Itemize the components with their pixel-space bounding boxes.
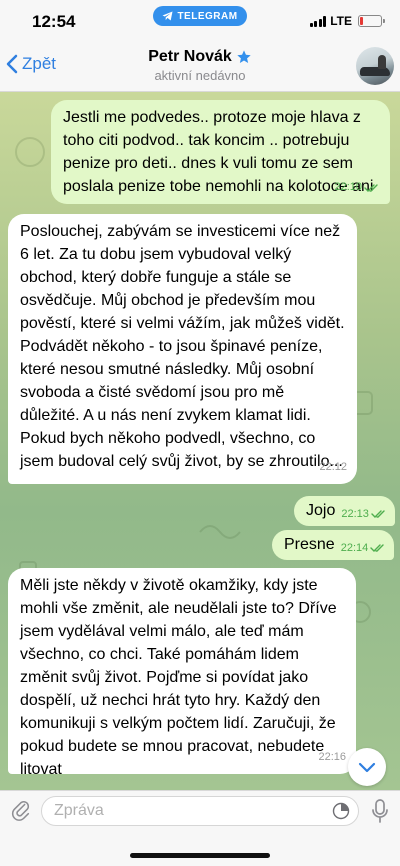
message-time: 22:10 (334, 181, 362, 193)
message-time: 22:16 (318, 751, 346, 763)
network-label: LTE (330, 14, 352, 28)
double-check-icon (371, 510, 385, 518)
message-time: 22:13 (341, 508, 369, 520)
paper-plane-icon (162, 11, 173, 21)
message-bubble-incoming[interactable]: Poslouchej, zabývám se investicemi více … (8, 214, 357, 484)
message-meta: 22:12 (319, 456, 347, 479)
message-bubble-incoming[interactable]: Měli jste někdy v životě okamžiky, kdy j… (8, 568, 356, 778)
scroll-down-button[interactable] (348, 748, 386, 786)
chat-area[interactable]: Jestli me podvedes.. protoze moje hlava … (0, 92, 400, 790)
contact-status: aktivní nedávno (154, 68, 246, 83)
battery-level (360, 17, 363, 25)
message-time: 22:14 (340, 542, 369, 554)
message-meta: 22:14 (341, 542, 387, 554)
battery-icon (358, 15, 385, 27)
contact-info[interactable]: Petr Novák aktivní nedávno (100, 48, 300, 83)
status-time: 12:54 (32, 12, 76, 31)
status-bar: 12:54 TELEGRAM LTE (0, 0, 400, 42)
message-bubble-outgoing[interactable]: Jestli me podvedes.. protoze moje hlava … (51, 100, 390, 204)
chevron-left-icon (6, 54, 18, 74)
telegram-pill-label: TELEGRAM (177, 10, 238, 22)
input-bar (0, 790, 400, 866)
star-icon (237, 50, 251, 63)
double-check-icon (370, 544, 384, 552)
home-indicator (130, 853, 270, 858)
message-text: Jojo (306, 502, 336, 519)
message-text: Měli jste někdy v životě okamžiky, kdy j… (20, 577, 342, 778)
message-bubble-outgoing[interactable]: Jojo 22:13 (294, 496, 395, 526)
message-time: 22:12 (319, 461, 347, 473)
back-label: Zpět (22, 54, 57, 73)
telegram-pill[interactable]: TELEGRAM (153, 6, 247, 26)
status-indicators: LTE (309, 14, 385, 28)
microphone-icon[interactable] (370, 798, 390, 824)
chat-header: Zpět Petr Novák aktivní nedávno (0, 42, 400, 92)
message-text: Poslouchej, zabývám se investicemi více … (20, 223, 349, 470)
message-meta: 22:16 (318, 746, 346, 769)
message-text: Presne (284, 536, 335, 553)
message-meta: 22:10 (334, 176, 380, 199)
sticker-icon[interactable] (331, 801, 351, 821)
double-check-icon (364, 183, 378, 192)
signal-icon (309, 15, 327, 27)
paperclip-icon[interactable] (10, 799, 32, 821)
message-text: Jestli me podvedes.. protoze moje hlava … (63, 109, 374, 195)
chevron-down-icon (358, 762, 376, 772)
avatar[interactable] (356, 47, 394, 85)
message-meta: 22:13 (341, 508, 387, 520)
message-input[interactable] (41, 796, 359, 826)
contact-name: Petr Novák (148, 48, 232, 65)
message-bubble-outgoing[interactable]: Presne 22:14 (272, 530, 395, 560)
back-button[interactable]: Zpět (6, 54, 56, 74)
